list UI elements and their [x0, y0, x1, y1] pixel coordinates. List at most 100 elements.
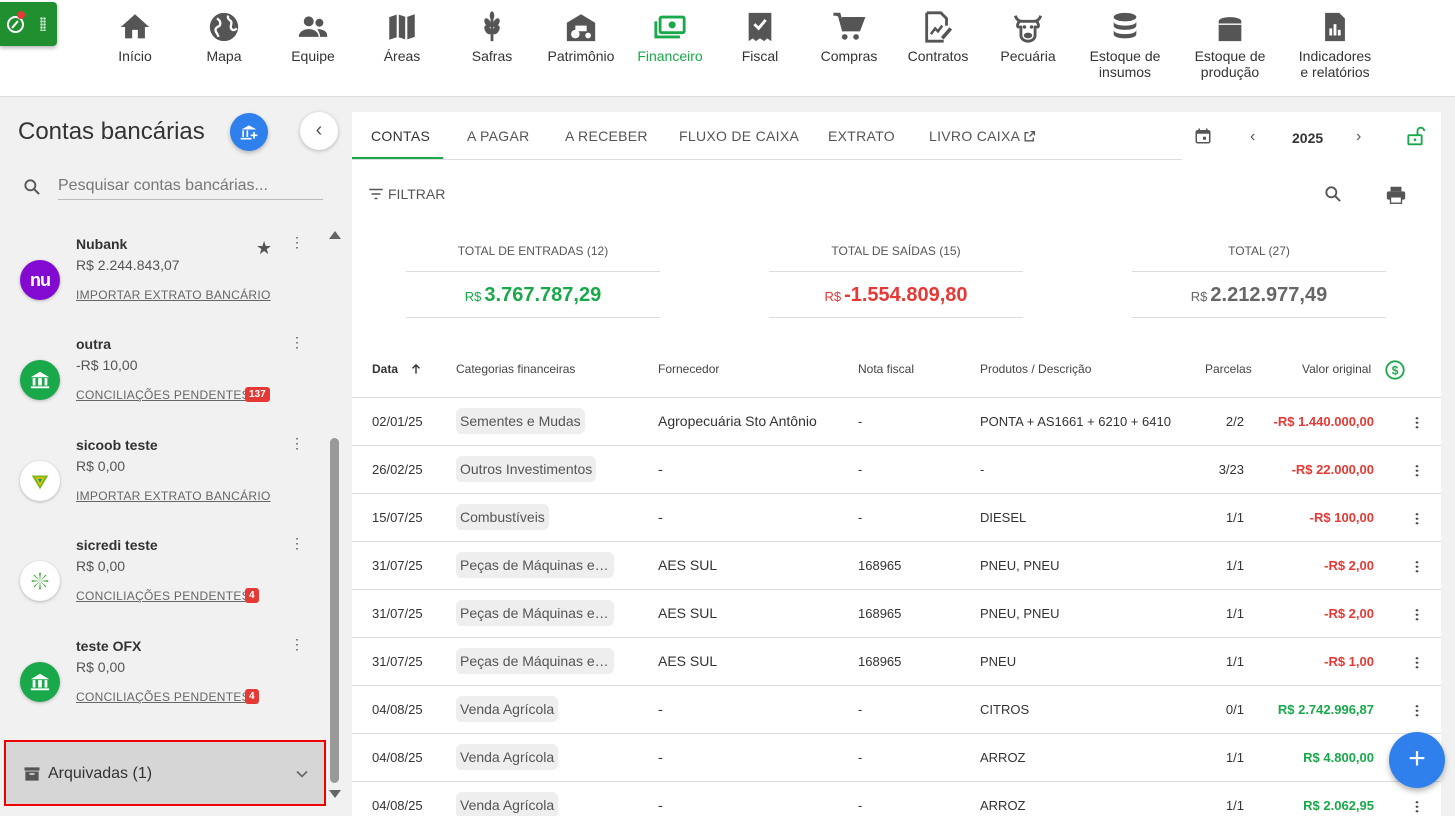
currency-toggle-icon[interactable]: $ — [1384, 359, 1406, 381]
category-chip[interactable]: Peças de Máquinas e Implementos — [456, 648, 614, 674]
collapse-panel-button[interactable]: ‹ — [300, 112, 338, 150]
table-row[interactable]: 04/08/25 Venda Agrícola - - ARROZ 1/1 R$ 2.062… — [352, 782, 1441, 816]
table-row[interactable]: 02/01/25 Sementes e Mudas Agropecuária Sto… — [352, 398, 1441, 446]
column-header-produtos[interactable]: Produtos / Descrição — [980, 362, 1091, 376]
scroll-thumb[interactable] — [330, 438, 339, 783]
tab-a-receber[interactable]: A RECEBER — [565, 128, 648, 144]
nav-pecuaria[interactable]: Pecuária — [983, 10, 1073, 64]
search-icon[interactable] — [1323, 184, 1343, 204]
category-chip[interactable]: Peças de Máquinas e Implementos — [456, 552, 614, 578]
total-title: TOTAL DE SAÍDAS (15) — [769, 244, 1023, 272]
accounts-scrollbar[interactable] — [326, 228, 344, 803]
category-chip[interactable]: Venda Agrícola — [456, 744, 559, 770]
column-header-categorias[interactable]: Categorias financeiras — [456, 362, 575, 376]
cell-nota-fiscal: - — [858, 510, 863, 525]
compass-widget[interactable] — [0, 2, 57, 46]
pending-reconciliations-link[interactable]: CONCILIAÇÕES PENDENTES — [76, 690, 250, 704]
more-options-icon[interactable]: ⋮ — [290, 335, 304, 349]
globe-icon — [206, 10, 242, 48]
row-menu-icon[interactable] — [1414, 656, 1420, 670]
category-chip[interactable]: Venda Agrícola — [456, 696, 559, 722]
row-menu-icon[interactable] — [1414, 416, 1420, 430]
bank-account-item[interactable]: teste OFX R$ 0,00 CONCILIAÇÕES PENDENTES… — [0, 637, 322, 738]
row-menu-icon[interactable] — [1414, 704, 1420, 718]
more-options-icon[interactable]: ⋮ — [290, 235, 304, 249]
row-menu-icon[interactable] — [1414, 560, 1420, 574]
cell-valor: -R$ 1,00 — [1324, 654, 1374, 669]
category-chip[interactable]: Outros Investimentos — [456, 456, 597, 482]
nav-estoque-insumos[interactable]: Estoque de insumos — [1080, 10, 1170, 80]
category-chip[interactable]: Sementes e Mudas — [456, 408, 585, 434]
row-menu-icon[interactable] — [1414, 800, 1420, 814]
filter-icon — [369, 188, 383, 200]
table-row[interactable]: 31/07/25 Peças de Máquinas e Implementos A… — [352, 542, 1441, 590]
nav-patrimonio[interactable]: Patrimônio — [536, 10, 626, 64]
table-row[interactable]: 04/08/25 Venda Agrícola - - ARROZ 1/1 R$ 4.800… — [352, 734, 1441, 782]
nav-equipe[interactable]: Equipe — [268, 10, 358, 64]
scroll-up-arrow[interactable] — [329, 231, 341, 239]
import-statement-link[interactable]: IMPORTAR EXTRATO BANCÁRIO — [76, 489, 271, 503]
nav-estoque-producao[interactable]: Estoque de produção — [1185, 10, 1275, 80]
bank-account-item[interactable]: outra -R$ 10,00 CONCILIAÇÕES PENDENTES 1… — [0, 335, 322, 436]
unlock-icon[interactable] — [1405, 126, 1425, 146]
table-row[interactable]: 26/02/25 Outros Investimentos - - -3/23 -R$ 2… — [352, 446, 1441, 494]
tab-contas[interactable]: CONTAS — [371, 128, 430, 144]
filter-button[interactable]: FILTRAR — [367, 185, 445, 203]
tab-livro-caixa[interactable]: LIVRO CAIXA — [929, 128, 1036, 144]
column-header-valor-original[interactable]: Valor original — [1302, 362, 1371, 376]
column-header-nota-fiscal[interactable]: Nota fiscal — [858, 362, 914, 376]
row-menu-icon[interactable] — [1414, 512, 1420, 526]
search-input[interactable] — [58, 173, 323, 200]
nav-mapa[interactable]: Mapa — [179, 10, 269, 64]
account-name: sicoob teste — [76, 437, 158, 453]
nav-fiscal[interactable]: Fiscal — [715, 10, 805, 64]
more-options-icon[interactable]: ⋮ — [290, 436, 304, 450]
import-statement-link[interactable]: IMPORTAR EXTRATO BANCÁRIO — [76, 288, 271, 302]
nav-inicio[interactable]: Início — [90, 10, 180, 64]
category-chip[interactable]: Combustíveis — [456, 504, 549, 530]
cell-fornecedor: Agropecuária Sto Antônio — [658, 413, 817, 429]
row-menu-icon[interactable] — [1414, 464, 1420, 478]
calendar-icon[interactable] — [1194, 127, 1212, 145]
table-row[interactable]: 31/07/25 Peças de Máquinas e Implementos A… — [352, 638, 1441, 686]
pending-reconciliations-link[interactable]: CONCILIAÇÕES PENDENTES — [76, 589, 250, 603]
archived-accounts-toggle[interactable]: Arquivadas (1) — [4, 740, 326, 806]
nav-compras[interactable]: Compras — [804, 10, 894, 64]
star-icon[interactable]: ★ — [256, 238, 272, 259]
bank-icon — [20, 360, 60, 400]
bank-account-item[interactable]: nu Nubank R$ 2.244.843,07 IMPORTAR EXTRA… — [0, 235, 322, 336]
cart-icon — [831, 10, 867, 48]
bank-account-item[interactable]: sicoob teste R$ 0,00 IMPORTAR EXTRATO BA… — [0, 436, 322, 537]
next-year-button[interactable]: › — [1356, 128, 1361, 146]
nav-label: Pecuária — [1000, 48, 1056, 64]
nav-financeiro[interactable]: Financeiro — [625, 10, 715, 64]
bank-account-item[interactable]: sicredi teste R$ 0,00 CONCILIAÇÕES PENDE… — [0, 536, 322, 637]
row-menu-icon[interactable] — [1414, 608, 1420, 622]
add-transaction-button[interactable]: + — [1389, 732, 1445, 788]
add-bank-button[interactable] — [230, 113, 268, 151]
pending-reconciliations-link[interactable]: CONCILIAÇÕES PENDENTES — [76, 388, 250, 402]
cell-fornecedor: AES SUL — [658, 605, 718, 621]
nav-label: Estoque de — [1194, 48, 1266, 64]
column-header-parcelas[interactable]: Parcelas — [1205, 362, 1252, 376]
category-chip[interactable]: Peças de Máquinas e Implementos — [456, 600, 614, 626]
previous-year-button[interactable]: ‹ — [1250, 128, 1255, 146]
nav-contratos[interactable]: Contratos — [893, 10, 983, 64]
category-chip[interactable]: Venda Agrícola — [456, 792, 559, 816]
column-header-data[interactable]: Data — [372, 362, 423, 376]
drag-handle-icon[interactable] — [40, 17, 46, 31]
more-options-icon[interactable]: ⋮ — [290, 536, 304, 550]
nav-indicadores[interactable]: Indicadores e relatórios — [1290, 10, 1380, 80]
table-row[interactable]: 31/07/25 Peças de Máquinas e Implementos A… — [352, 590, 1441, 638]
print-icon[interactable] — [1385, 184, 1407, 206]
tab-a-pagar[interactable]: A PAGAR — [467, 128, 530, 144]
nav-areas[interactable]: Áreas — [357, 10, 447, 64]
scroll-down-arrow[interactable] — [329, 790, 341, 798]
table-row[interactable]: 15/07/25 Combustíveis - - DIESEL 1/1 -R$ 100,0… — [352, 494, 1441, 542]
more-options-icon[interactable]: ⋮ — [290, 637, 304, 651]
nav-safras[interactable]: Safras — [447, 10, 537, 64]
column-header-fornecedor[interactable]: Fornecedor — [658, 362, 719, 376]
tab-fluxo-de-caixa[interactable]: FLUXO DE CAIXA — [679, 128, 799, 144]
table-row[interactable]: 04/08/25 Venda Agrícola - - CITROS 0/1 R$ 2.74… — [352, 686, 1441, 734]
tab-extrato[interactable]: EXTRATO — [828, 128, 895, 144]
